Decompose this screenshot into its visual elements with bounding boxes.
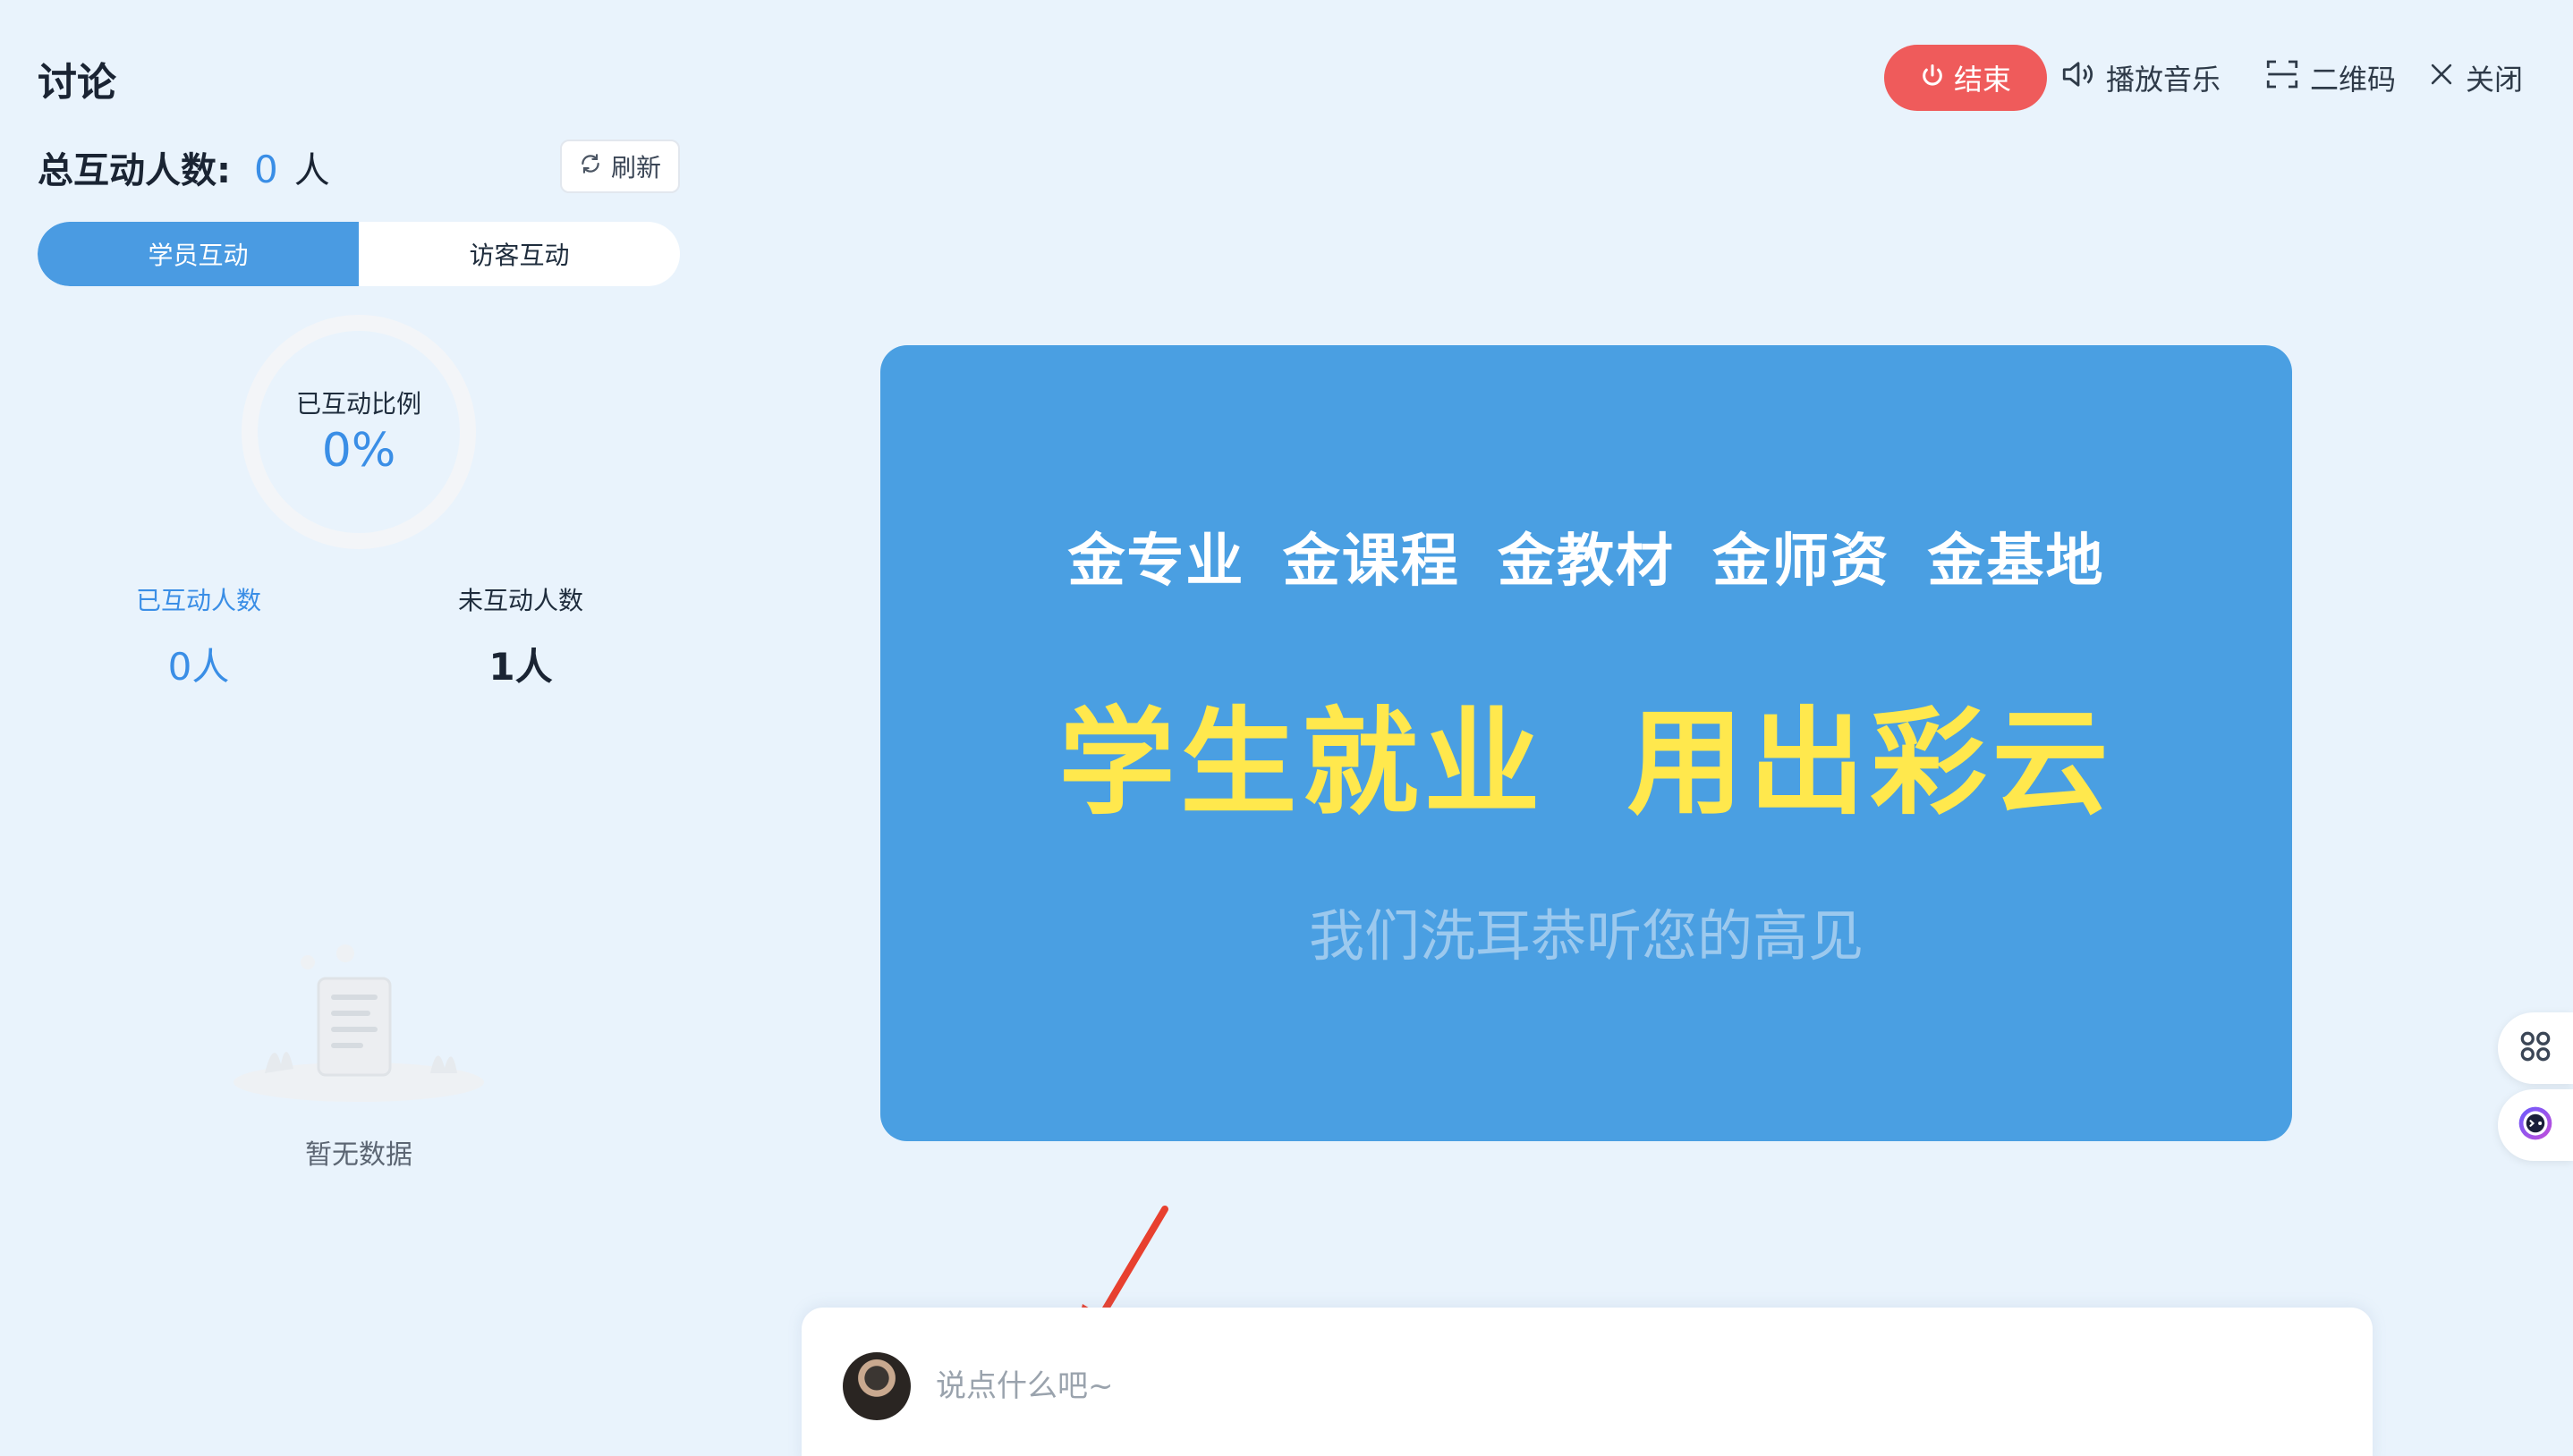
discussion-banner: 金专业 金课程 金教材 金师资 金基地 学生就业 用出彩云 我们洗耳恭听您的高见 [880,345,2292,1141]
refresh-button[interactable]: 刷新 [560,140,680,193]
tab-student-interaction[interactable]: 学员互动 [38,222,359,286]
speaker-icon [2059,55,2097,100]
not-interacted-value: 1人 [488,645,553,689]
empty-doc-icon [234,944,484,1102]
empty-data-text: 暂无数据 [305,1139,412,1171]
ratio-value: 0% [321,424,396,478]
end-button[interactable]: 结束 [1884,45,2047,111]
close-label: 关闭 [2466,63,2524,97]
interacted-stat: 已互动人数 0人 [64,581,333,691]
not-interacted-label: 未互动人数 [457,586,583,615]
tab-visitor-interaction[interactable]: 访客互动 [359,222,680,286]
refresh-icon [579,152,602,182]
play-music-label: 播放音乐 [2106,63,2221,97]
power-icon [1920,61,1945,95]
close-icon [2426,59,2457,97]
banner-slogan-line1: 金专业 金课程 金教材 金师资 金基地 [1067,529,2105,595]
discussion-page: 讨论 总互动人数: 0 人 刷新 学员互动 访客互动 已互动比例 0% 已互动人… [0,0,2573,1456]
qr-code-label: 二维码 [2310,63,2397,97]
banner-slogan-line2: 学生就业 用出彩云 [1058,695,2114,831]
total-interaction-row: 总互动人数: 0 人 [38,141,330,193]
user-avatar [843,1352,911,1420]
interacted-value: 0人 [167,645,230,689]
play-music-button[interactable]: 播放音乐 [2059,54,2221,102]
close-button[interactable]: 关闭 [2426,54,2523,102]
interacted-label: 已互动人数 [135,586,261,615]
assistant-float-button[interactable] [2498,1089,2573,1161]
total-interaction-count: 0 [254,148,278,191]
total-interaction-unit: 人 [293,150,330,191]
assistant-bot-icon [2516,1104,2555,1147]
page-title: 讨论 [38,60,116,106]
qr-scan-icon [2263,55,2301,100]
banner-prompt-line: 我们洗耳恭听您的高见 [1308,903,1864,969]
not-interacted-stat: 未互动人数 1人 [386,581,655,691]
apps-float-button[interactable] [2498,1012,2573,1084]
comment-bar [802,1308,2373,1456]
apps-icon [2516,1027,2555,1070]
ratio-label: 已互动比例 [295,389,421,419]
comment-input[interactable] [936,1359,2278,1413]
end-label: 结束 [1953,63,2011,97]
total-interaction-label: 总互动人数: [38,150,231,191]
interaction-tabs: 学员互动 访客互动 [38,222,680,286]
qr-code-button[interactable]: 二维码 [2263,54,2396,102]
refresh-label: 刷新 [610,153,661,182]
